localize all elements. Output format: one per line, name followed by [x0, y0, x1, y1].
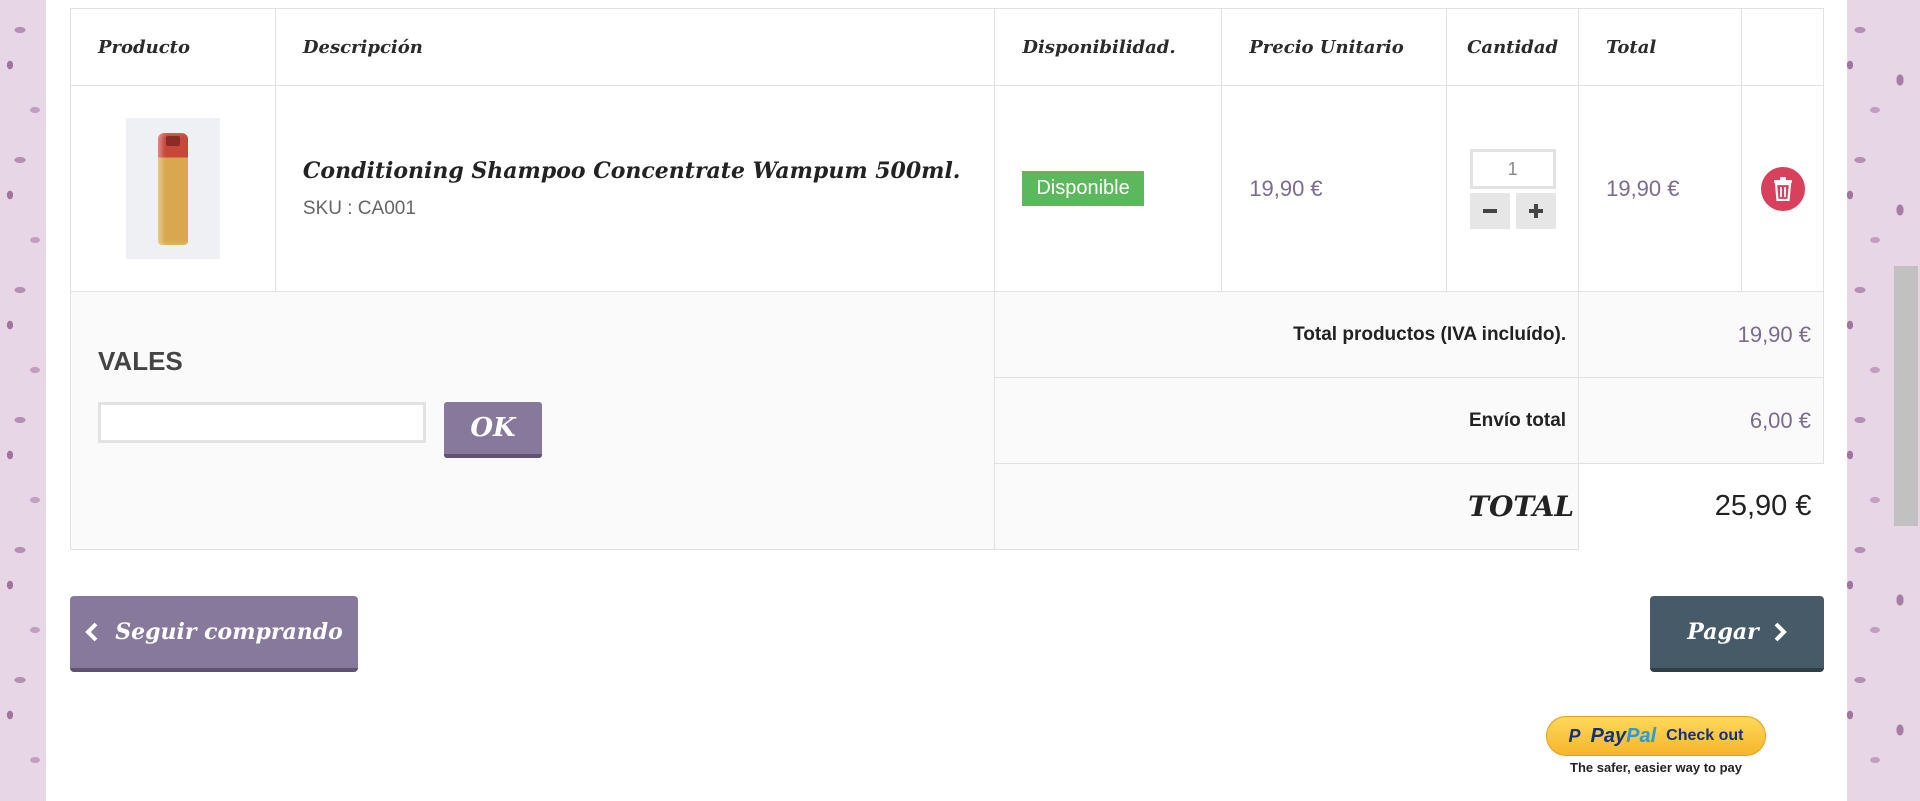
product-name-link[interactable]: Conditioning Shampoo Concentrate Wampum … — [276, 158, 994, 184]
header-description: Descripción — [274, 8, 996, 86]
products-total-label: Total productos (IVA incluído). — [994, 291, 1580, 378]
delete-item-button[interactable] — [1760, 166, 1805, 211]
vouchers-title: VALES — [98, 346, 183, 376]
continue-shopping-label: Seguir comprando — [115, 619, 343, 645]
cart-page: Producto Descripción Disponibilidad. Pre… — [46, 0, 1847, 801]
pay-label: Pagar — [1687, 619, 1759, 645]
pay-button[interactable]: Pagar — [1650, 596, 1824, 672]
paypal-tagline: The safer, easier way to pay — [1570, 760, 1742, 775]
continue-shopping-button[interactable]: Seguir comprando — [70, 596, 358, 672]
delete-cell — [1741, 85, 1824, 292]
paypal-checkout-button[interactable]: P PayPal Check out — [1546, 716, 1766, 756]
product-sku: SKU : CA001 — [302, 197, 416, 219]
paypal-checkout-label: Check out — [1666, 727, 1744, 744]
chevron-left-icon — [85, 622, 98, 642]
shipping-total-value: 6,00 € — [1578, 377, 1824, 464]
shipping-total-label: Envío total — [994, 377, 1580, 464]
quantity-decrease-button[interactable] — [1469, 192, 1510, 229]
voucher-ok-button[interactable]: OK — [444, 402, 542, 458]
line-total: 19,90 € — [1606, 175, 1680, 201]
cart-header-row: Producto Descripción Disponibilidad. Pre… — [70, 8, 1824, 86]
totals-products-row: VALES OK Total productos (IVA incluído).… — [69, 291, 1824, 550]
cart-table: Producto Descripción Disponibilidad. Pre… — [69, 8, 1824, 550]
plus-icon — [1528, 203, 1543, 218]
product-image[interactable] — [125, 118, 220, 259]
vouchers-panel: VALES OK — [69, 291, 996, 550]
bottle-shape — [157, 132, 188, 245]
unit-price: 19,90 € — [1249, 175, 1323, 201]
voucher-code-input[interactable] — [98, 402, 426, 443]
trash-icon — [1773, 176, 1792, 201]
chevron-right-icon — [1774, 622, 1787, 642]
grand-total-value: 25,90 € — [1714, 490, 1812, 523]
header-unit-price: Precio Unitario — [1221, 8, 1448, 86]
quantity-buttons — [1469, 192, 1556, 229]
cart-item-row: Conditioning Shampoo Concentrate Wampum … — [70, 85, 1824, 292]
unit-price-cell: 19,90 € — [1221, 85, 1448, 292]
line-total-cell: 19,90 € — [1578, 85, 1742, 292]
paypal-logo-icon: P — [1568, 725, 1581, 746]
paypal-wordmark: PayPal — [1590, 724, 1657, 747]
header-product: Producto — [70, 8, 276, 86]
header-availability: Disponibilidad. — [994, 8, 1223, 86]
products-total-value: 19,90 € — [1578, 291, 1824, 378]
availability-cell: Disponible — [994, 85, 1223, 292]
bottle-cap-shape — [165, 136, 180, 146]
product-image-cell — [70, 85, 276, 292]
product-description-cell: Conditioning Shampoo Concentrate Wampum … — [274, 85, 996, 292]
page-scrollbar-thumb[interactable] — [1894, 266, 1918, 526]
quantity-stepper: 1 — [1447, 148, 1578, 229]
quantity-increase-button[interactable] — [1515, 192, 1556, 229]
header-total: Total — [1578, 8, 1742, 86]
minus-icon — [1482, 208, 1497, 213]
header-quantity: Cantidad — [1446, 8, 1580, 86]
quantity-input[interactable]: 1 — [1469, 148, 1556, 189]
availability-badge: Disponible — [1022, 171, 1144, 206]
header-actions — [1741, 8, 1824, 86]
quantity-cell: 1 — [1446, 85, 1580, 292]
grand-total-label: TOTAL — [994, 463, 1580, 550]
